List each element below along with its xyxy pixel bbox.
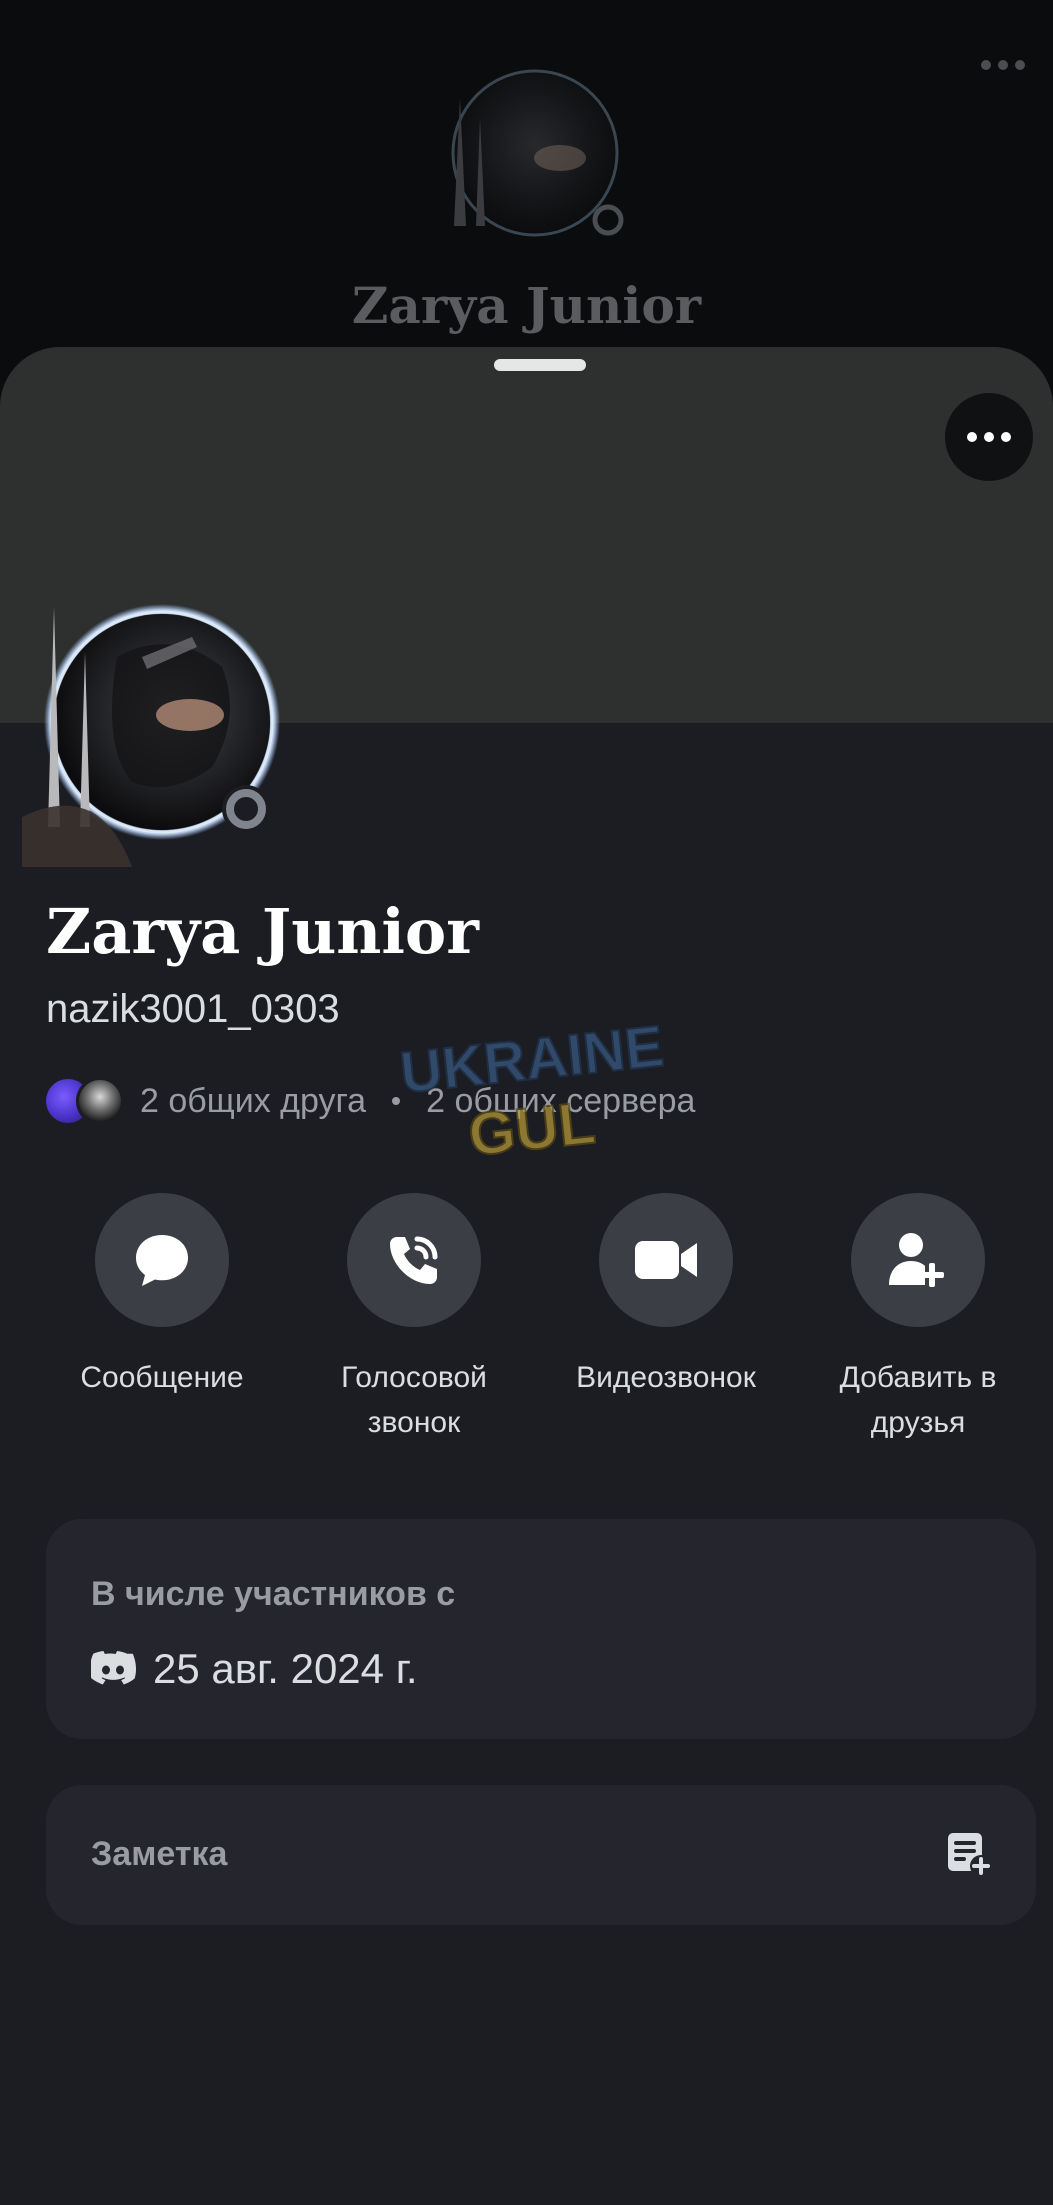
- more-options-button[interactable]: [945, 393, 1033, 481]
- status-indicator: [222, 785, 270, 833]
- background-header: Zarya Junior: [0, 0, 1053, 400]
- voice-call-button[interactable]: Голосовой звонок: [294, 1193, 534, 1445]
- action-buttons: Сообщение Голосовой звонок Видеозвонок Д…: [0, 1193, 1053, 1453]
- sheet-grabber[interactable]: [494, 359, 586, 371]
- note-add-icon[interactable]: [946, 1831, 992, 1877]
- message-button-circle[interactable]: [95, 1193, 229, 1327]
- background-title: Zarya Junior: [351, 276, 702, 335]
- display-name: Zarya Junior: [46, 895, 479, 968]
- message-label: Сообщение: [80, 1361, 244, 1394]
- discord-icon: [91, 1651, 137, 1685]
- member-since-card: В числе участников с 25 авг. 2024 г.: [46, 1519, 1036, 1739]
- add-friend-icon: [889, 1233, 944, 1287]
- mutual-avatar: [76, 1077, 124, 1125]
- mutual-friends[interactable]: 2 общих друга: [140, 1082, 366, 1121]
- video-call-button-circle[interactable]: [599, 1193, 733, 1327]
- add-friend-button-circle[interactable]: [851, 1193, 985, 1327]
- voice-call-label: Голосовой звонок: [341, 1361, 487, 1439]
- watermark-logo: UKRAINE GUL: [396, 1019, 668, 1169]
- background-avatar: [451, 69, 624, 237]
- member-since-row: 25 авг. 2024 г.: [91, 1645, 418, 1693]
- offline-status-icon: [226, 789, 266, 829]
- video-call-button[interactable]: Видеозвонок: [546, 1193, 786, 1400]
- add-friend-label: Добавить в друзья: [839, 1361, 997, 1439]
- note-label: Заметка: [91, 1835, 228, 1873]
- add-friend-button[interactable]: Добавить в друзья: [798, 1193, 1038, 1445]
- profile-sheet: Zarya Junior nazik3001_0303 2 общих друг…: [0, 347, 1053, 2205]
- voice-call-button-circle[interactable]: [347, 1193, 481, 1327]
- video-call-label: Видеозвонок: [576, 1361, 756, 1394]
- phone-call-icon: [390, 1236, 438, 1284]
- chat-bubble-icon: [136, 1235, 188, 1286]
- member-since-title: В числе участников с: [91, 1575, 456, 1613]
- message-button[interactable]: Сообщение: [42, 1193, 282, 1400]
- video-camera-icon: [635, 1241, 697, 1279]
- note-card[interactable]: Заметка: [46, 1785, 1036, 1925]
- more-horizontal-icon[interactable]: [981, 60, 1025, 70]
- member-since-date: 25 авг. 2024 г.: [153, 1645, 418, 1692]
- watermark-line2: GUL: [465, 1089, 598, 1169]
- watermark-line1: UKRAINE: [397, 1019, 667, 1106]
- mutual-avatars: [46, 1077, 130, 1125]
- username[interactable]: nazik3001_0303: [46, 987, 340, 1032]
